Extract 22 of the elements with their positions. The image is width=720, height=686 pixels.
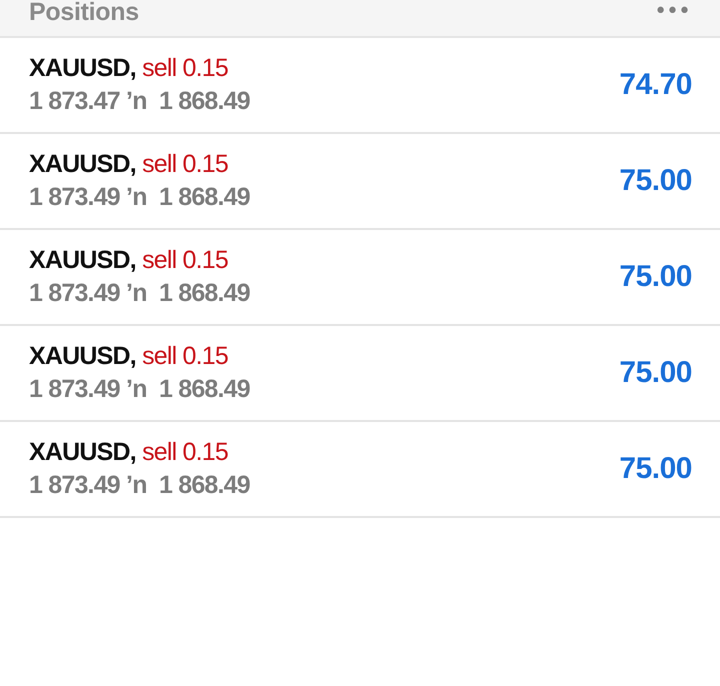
price-range: 1 873.47 ʼn 1 868.49 [29, 86, 250, 117]
position-row[interactable]: XAUUSD, sell 0.15 1 873.49 ʼn 1 868.49 75.00 [0, 134, 720, 230]
price-range: 1 873.49 ʼn 1 868.49 [29, 182, 250, 213]
position-title: XAUUSD, sell 0.15 [29, 149, 229, 180]
position-row[interactable]: XAUUSD, sell 0.15 1 873.49 ʼn 1 868.49 75.00 [0, 230, 720, 326]
more-menu-button[interactable]: ••• [654, 2, 690, 22]
position-row[interactable]: XAUUSD, sell 0.15 1 873.47 ʼn 1 868.49 74.70 [0, 38, 720, 134]
price-range: 1 873.49 ʼn 1 868.49 [29, 470, 250, 501]
profit-value: 74.70 [619, 68, 692, 102]
position-title: XAUUSD, sell 0.15 [29, 437, 229, 468]
profit-value: 75.00 [619, 260, 692, 294]
section-title: Positions [29, 0, 139, 26]
position-title: XAUUSD, sell 0.15 [29, 53, 229, 84]
profit-value: 75.00 [619, 356, 692, 390]
price-range: 1 873.49 ʼn 1 868.49 [29, 278, 250, 309]
position-title: XAUUSD, sell 0.15 [29, 245, 229, 276]
price-range: 1 873.49 ʼn 1 868.49 [29, 374, 250, 405]
profit-value: 75.00 [619, 452, 692, 486]
position-row[interactable]: XAUUSD, sell 0.15 1 873.49 ʼn 1 868.49 75.00 [0, 422, 720, 518]
position-row[interactable]: XAUUSD, sell 0.15 1 873.49 ʼn 1 868.49 75.00 [0, 326, 720, 422]
position-title: XAUUSD, sell 0.15 [29, 341, 229, 372]
profit-value: 75.00 [619, 164, 692, 198]
